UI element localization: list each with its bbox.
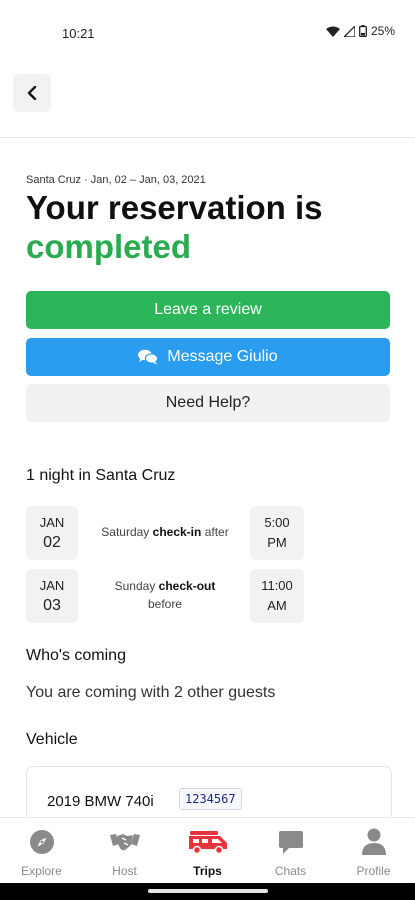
bottom-nav: Explore Host Trips Chats Profile <box>0 817 415 883</box>
status-icons: 25% <box>325 24 395 38</box>
nav-host-label: Host <box>112 864 137 878</box>
guests-title: Who's coming <box>26 647 126 664</box>
reservation-meta: Santa Cruz · Jan, 02 – Jan, 03, 2021 <box>26 174 206 186</box>
checkout-time-ampm: AM <box>267 598 287 613</box>
top-bar <box>0 64 415 138</box>
handshake-icon <box>109 834 140 851</box>
checkout-day: 03 <box>43 597 61 614</box>
chat-bubbles-icon <box>138 349 159 365</box>
checkin-day: 02 <box>43 534 61 551</box>
leave-review-button[interactable]: Leave a review <box>26 291 390 329</box>
need-help-label: Need Help? <box>165 394 251 411</box>
nav-chats[interactable]: Chats <box>249 818 332 883</box>
nav-profile[interactable]: Profile <box>332 818 415 883</box>
checkout-weekday: Sunday <box>114 579 156 593</box>
back-button[interactable] <box>13 74 51 112</box>
chevron-left-icon <box>27 86 37 100</box>
checkin-weekday: Saturday <box>101 525 150 539</box>
checkin-text: Saturday check-in after <box>84 523 246 541</box>
checkout-time: 11:00 AM <box>250 569 304 623</box>
nav-trips-label: Trips <box>193 864 222 878</box>
battery-level: 25% <box>370 24 395 38</box>
chat-bubble-icon <box>278 831 303 854</box>
nav-host[interactable]: Host <box>83 818 166 883</box>
nav-profile-label: Profile <box>356 864 391 878</box>
checkout-label: check-out <box>158 579 216 593</box>
nav-chats-label: Chats <box>274 864 307 878</box>
message-host-button[interactable]: Message Giulio <box>26 338 390 376</box>
battery-icon <box>359 25 367 37</box>
person-icon <box>361 828 386 855</box>
home-indicator[interactable] <box>148 889 268 893</box>
checkin-suffix: after <box>204 525 229 539</box>
checkin-time-ampm: PM <box>267 535 287 550</box>
checkin-date: JAN 02 <box>26 506 78 560</box>
need-help-button[interactable]: Need Help? <box>26 384 390 422</box>
vehicle-title: Vehicle <box>26 731 78 748</box>
leave-review-label: Leave a review <box>154 301 262 318</box>
nav-explore-label: Explore <box>21 864 62 878</box>
rv-icon <box>188 831 227 855</box>
checkin-time: 5:00 PM <box>250 506 304 560</box>
license-plate: 1234567 <box>179 788 242 810</box>
wifi-icon <box>325 26 340 37</box>
signal-icon <box>343 25 355 37</box>
checkout-time-value: 11:00 <box>261 578 293 593</box>
vehicle-name: 2019 BMW 740i <box>47 793 154 810</box>
checkin-time-value: 5:00 <box>264 515 290 530</box>
compass-icon <box>29 830 54 854</box>
reservation-status: completed <box>26 228 192 265</box>
guests-text: You are coming with 2 other guests <box>26 684 276 701</box>
nav-explore[interactable]: Explore <box>0 818 83 883</box>
checkin-month: JAN <box>39 515 65 530</box>
status-bar: 10:21 25% <box>0 0 415 64</box>
checkin-label: check-in <box>152 525 202 539</box>
checkout-month: JAN <box>39 578 65 593</box>
checkout-text: Sunday check-out before <box>84 577 246 613</box>
page-title: Your reservation is completed <box>26 188 396 266</box>
message-host-label: Message Giulio <box>167 348 278 365</box>
checkout-suffix: before <box>147 597 183 611</box>
status-time: 10:21 <box>62 26 95 41</box>
page-title-text: Your reservation is <box>26 189 323 226</box>
checkout-date: JAN 03 <box>26 569 78 623</box>
system-nav-bar <box>0 883 415 900</box>
nav-trips[interactable]: Trips <box>166 818 249 883</box>
stay-title: 1 night in Santa Cruz <box>26 467 176 484</box>
